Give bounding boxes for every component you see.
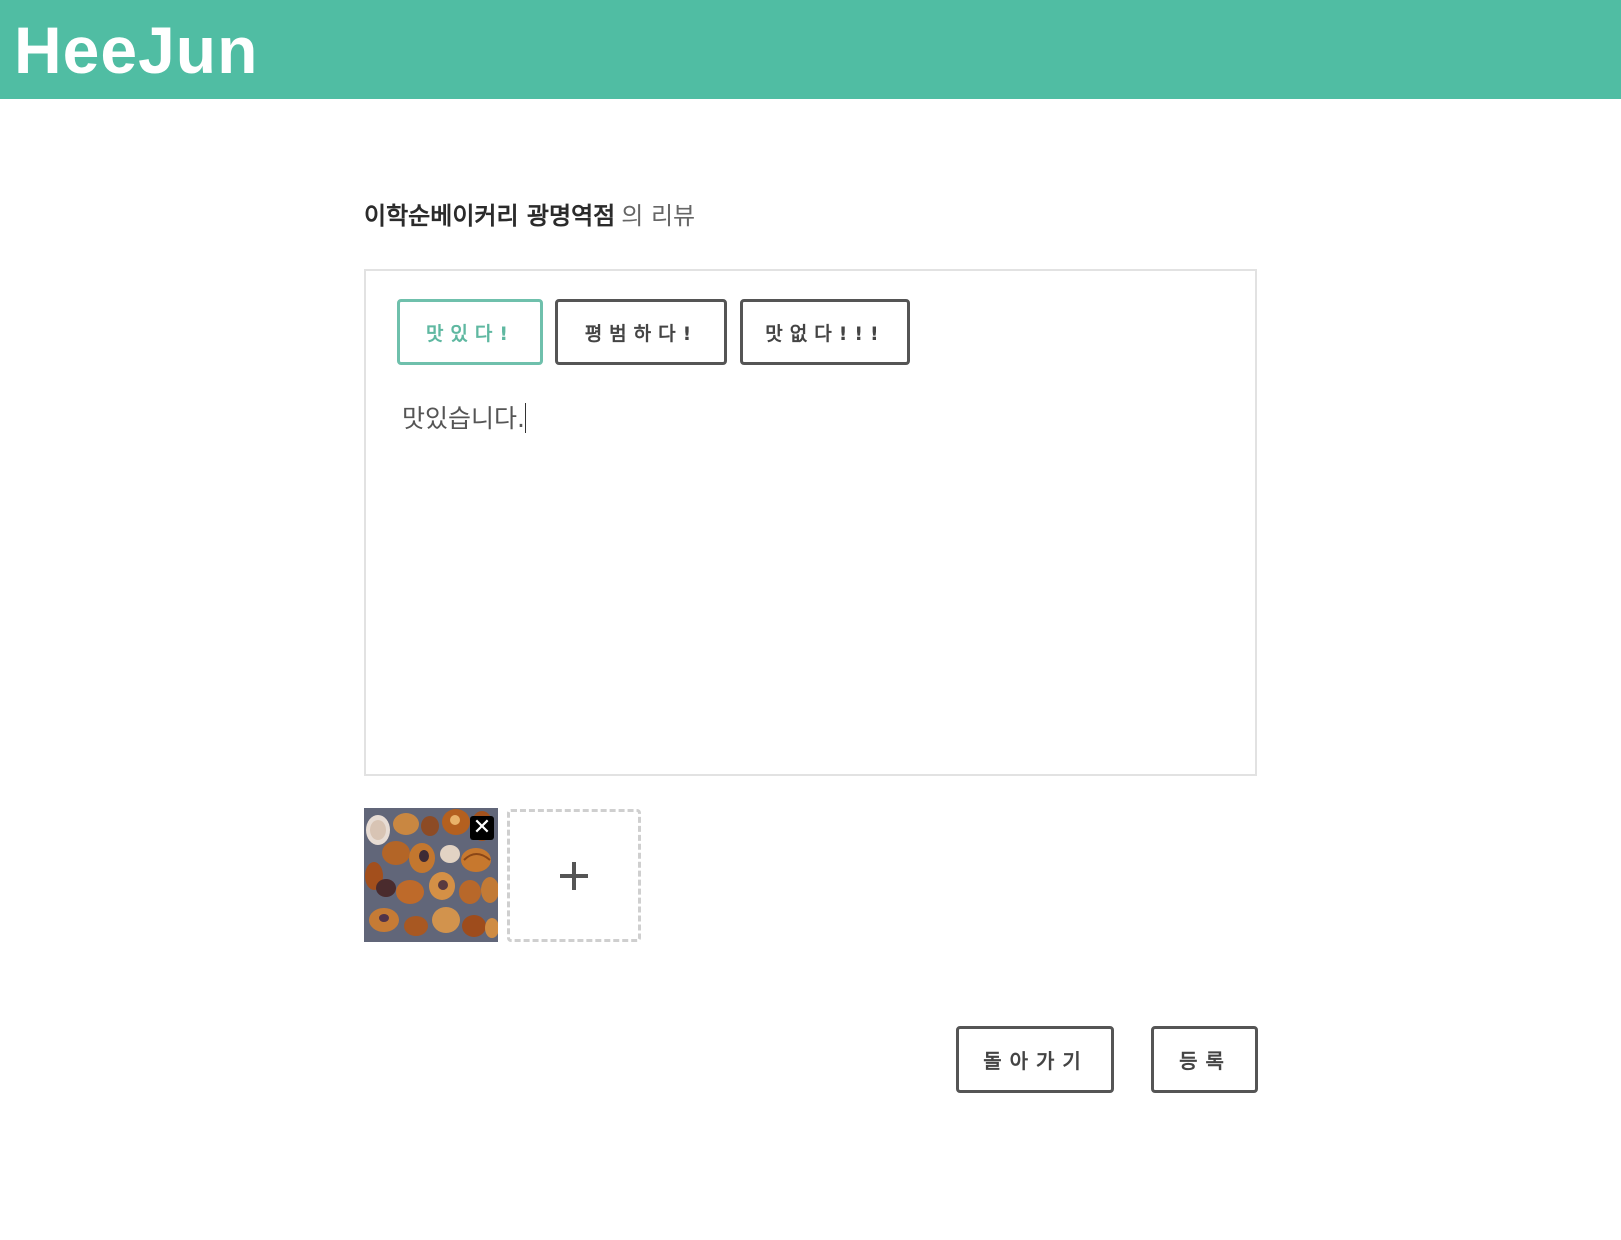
back-button[interactable]: 돌아가기 <box>956 1026 1114 1093</box>
review-form-box: 맛있다! 평범하다! 맛없다!!! 맛있습니다. <box>364 269 1257 776</box>
plus-icon <box>560 861 588 890</box>
logo[interactable]: HeeJun <box>14 10 258 90</box>
review-textarea[interactable]: 맛있습니다. <box>402 399 526 439</box>
text-caret <box>524 403 526 433</box>
header-bar: HeeJun <box>0 0 1621 99</box>
review-text-content: 맛있습니다. <box>402 404 525 433</box>
add-photo-button[interactable] <box>507 809 641 942</box>
submit-button[interactable]: 등록 <box>1151 1026 1258 1093</box>
remove-photo-icon[interactable]: ✕ <box>470 816 494 840</box>
page-title: 이학순베이커리 광명역점 의 리뷰 <box>364 196 695 236</box>
rating-button-average[interactable]: 평범하다! <box>555 299 727 365</box>
store-name: 이학순베이커리 광명역점 <box>364 202 616 230</box>
uploaded-photo[interactable]: ✕ <box>364 808 498 942</box>
title-suffix: 의 리뷰 <box>621 202 696 230</box>
rating-button-tasty[interactable]: 맛있다! <box>397 299 543 365</box>
rating-button-bad[interactable]: 맛없다!!! <box>740 299 910 365</box>
